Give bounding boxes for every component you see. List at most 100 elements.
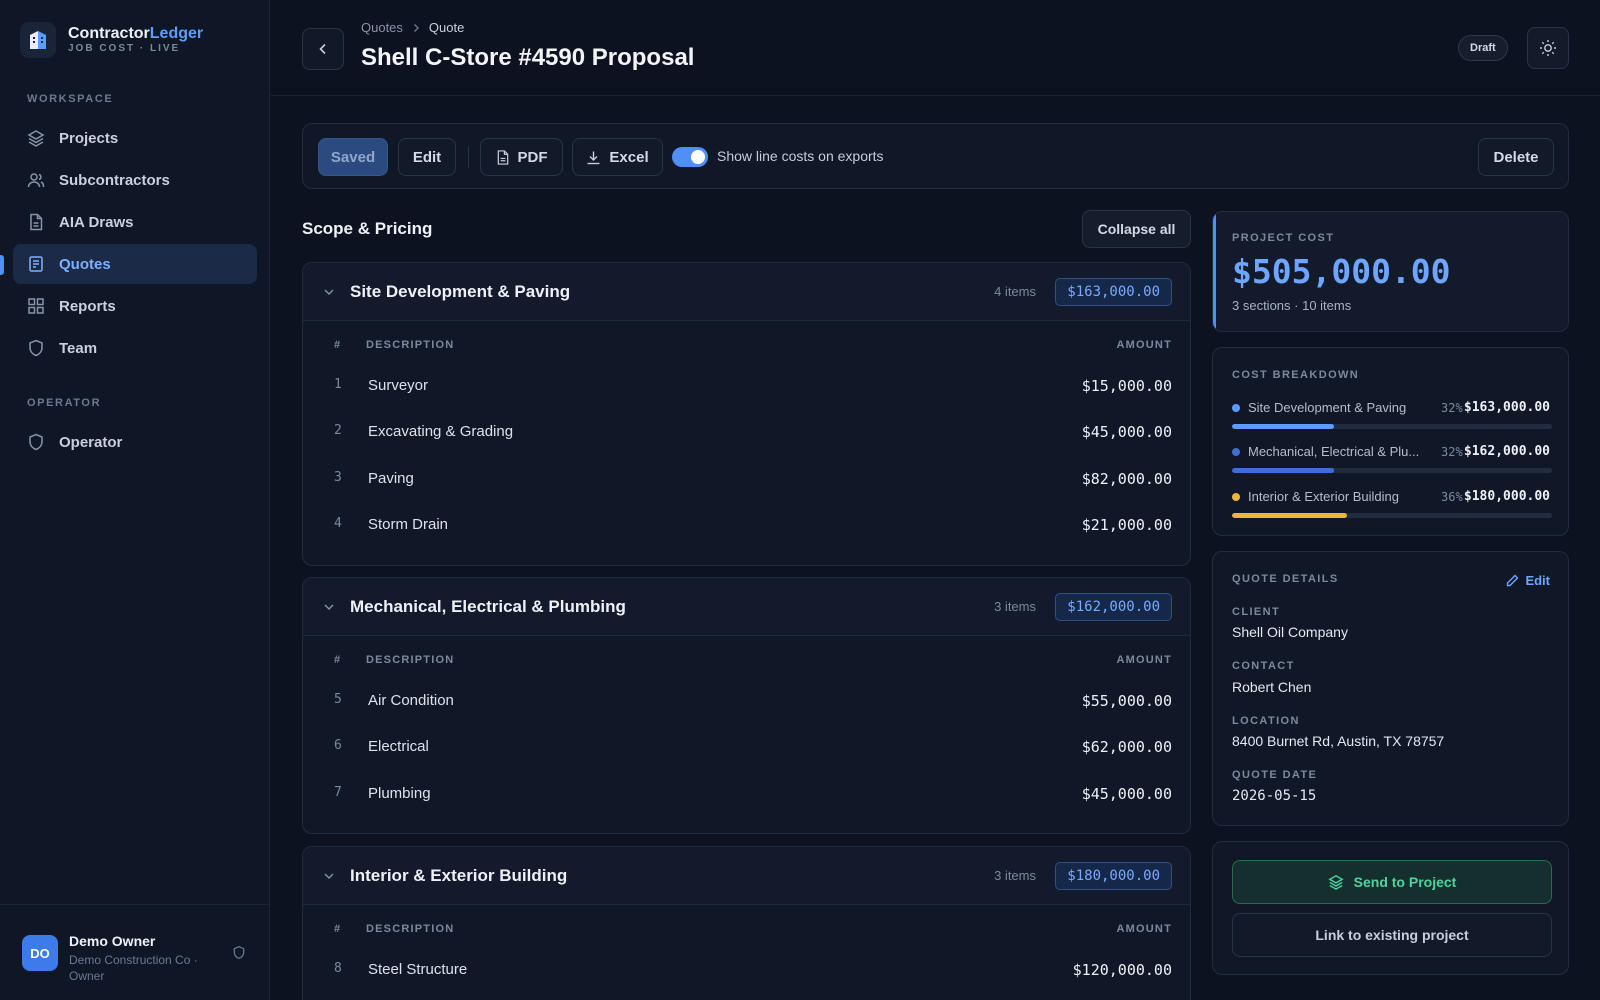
chevron-down-icon[interactable] [323,870,335,882]
row-description[interactable]: Excavating & Grading [368,423,513,440]
section-header[interactable]: Mechanical, Electrical & Plumbing 3 item… [303,578,1190,636]
breadcrumb-current: Quote [428,20,465,35]
document-icon [27,213,45,231]
delete-button[interactable]: Delete [1478,138,1554,176]
line-costs-toggle[interactable] [672,147,708,167]
pdf-button-label: PDF [517,148,548,166]
cost-breakdown-card: COST BREAKDOWN Site Development & Paving… [1212,347,1569,536]
contact-label: CONTACT [1232,660,1295,672]
row-description[interactable]: Steel Structure [368,961,467,978]
building-logo-icon [20,22,56,58]
edit-button[interactable]: Edit [398,138,456,176]
sidebar-item-subcontractors[interactable]: Subcontractors [13,160,257,200]
column-header-amount: AMOUNT [1116,923,1172,935]
chevron-down-icon[interactable] [323,286,335,298]
breakdown-pct: 36% [1441,490,1463,504]
user-org: Demo Construction Co · Owner [69,953,198,983]
row-number: 4 [334,516,342,531]
column-header-number: # [334,923,342,935]
toggle-label: Show line costs on exports [717,148,884,164]
nav-section-operator: OPERATOR [27,397,102,409]
pdf-button[interactable]: PDF [480,138,563,176]
sun-icon [1539,39,1557,57]
section-interior-exterior: Interior & Exterior Building 3 items $18… [302,846,1191,1000]
row-description[interactable]: Surveyor [368,377,428,394]
receipt-icon [27,255,45,273]
sidebar-item-reports[interactable]: Reports [13,286,257,326]
breakdown-amount: $180,000.00 [1463,489,1550,504]
row-amount: $45,000.00 [1081,423,1172,441]
breakdown-name: Interior & Exterior Building [1248,489,1400,504]
brand-subtitle: JOB COST · LIVE [68,43,181,54]
users-icon [27,171,45,189]
row-number: 3 [334,470,342,485]
download-icon [586,150,601,165]
project-cost-value: $505,000.00 [1232,252,1451,291]
section-header[interactable]: Interior & Exterior Building 3 items $18… [303,847,1190,905]
sidebar-item-team[interactable]: Team [13,328,257,368]
row-number: 1 [334,377,342,392]
avatar[interactable]: DO [22,935,58,971]
row-number: 7 [334,785,342,800]
section-name: Mechanical, Electrical & Plumbing [350,597,626,616]
sidebar-item-projects[interactable]: Projects [13,118,257,158]
nav-section-workspace: WORKSPACE [27,93,114,105]
excel-button[interactable]: Excel [572,138,663,176]
sidebar-item-label: Operator [59,433,123,451]
breadcrumb-quotes[interactable]: Quotes [361,20,403,35]
breakdown-bar-fill [1232,468,1335,473]
sidebar-item-quotes[interactable]: Quotes [13,244,257,284]
section-name: Site Development & Paving [350,282,571,301]
row-number: 8 [334,961,342,976]
breakdown-bar-fill [1232,513,1348,518]
breakdown-pct: 32% [1441,401,1463,415]
file-icon [496,149,510,165]
section-mep: Mechanical, Electrical & Plumbing 3 item… [302,577,1191,834]
sidebar-item-label: Team [59,339,98,357]
send-to-project-button[interactable]: Send to Project [1232,860,1552,904]
breakdown-name: Mechanical, Electrical & Plu... [1248,444,1420,459]
quote-date-label: QUOTE DATE [1232,769,1318,781]
breakdown-bar [1232,424,1552,429]
row-amount: $82,000.00 [1081,470,1172,488]
scope-title: Scope & Pricing [302,219,433,238]
brand[interactable]: ContractorLedger JOB COST · LIVE [20,22,203,58]
edit-details-button[interactable]: Edit [1506,573,1550,588]
column-header-description: DESCRIPTION [366,654,455,666]
pencil-icon [1506,574,1519,587]
row-description[interactable]: Paving [368,470,414,487]
user-name: Demo Owner [69,933,156,949]
row-number: 6 [334,738,342,753]
quote-toolbar: Saved Edit PDF Excel Show line costs on … [302,123,1569,189]
sidebar-item-operator[interactable]: Operator [13,422,257,462]
saved-button[interactable]: Saved [318,138,388,176]
column-header-description: DESCRIPTION [366,339,455,351]
sidebar-item-aia-draws[interactable]: AIA Draws [13,202,257,242]
row-number: 2 [334,423,342,438]
grid-icon [27,297,45,315]
row-amount: $15,000.00 [1081,377,1172,395]
collapse-all-button[interactable]: Collapse all [1082,210,1191,248]
row-amount: $55,000.00 [1081,692,1172,710]
breakdown-amount: $163,000.00 [1463,400,1550,415]
theme-toggle-button[interactable] [1527,27,1569,69]
row-description[interactable]: Air Condition [368,692,454,709]
breakdown-bar [1232,468,1552,473]
link-existing-project-button[interactable]: Link to existing project [1232,913,1552,957]
chevron-down-icon[interactable] [323,601,335,613]
section-item-count: 4 items [994,284,1036,299]
column-header-number: # [334,654,342,666]
back-button[interactable] [302,28,344,70]
breakdown-dot [1232,448,1240,456]
status-badge: Draft [1458,35,1508,61]
toggle-knob [691,150,705,164]
shield-icon[interactable] [232,945,246,960]
row-description[interactable]: Electrical [368,738,429,755]
breakdown-dot [1232,493,1240,501]
user-profile: DO Demo Owner Demo Construction Co · Own… [0,904,270,1000]
row-description[interactable]: Plumbing [368,785,431,802]
section-header[interactable]: Site Development & Paving 4 items $163,0… [303,263,1190,321]
layers-icon [1328,874,1344,890]
row-description[interactable]: Storm Drain [368,516,448,533]
section-item-count: 3 items [994,599,1036,614]
